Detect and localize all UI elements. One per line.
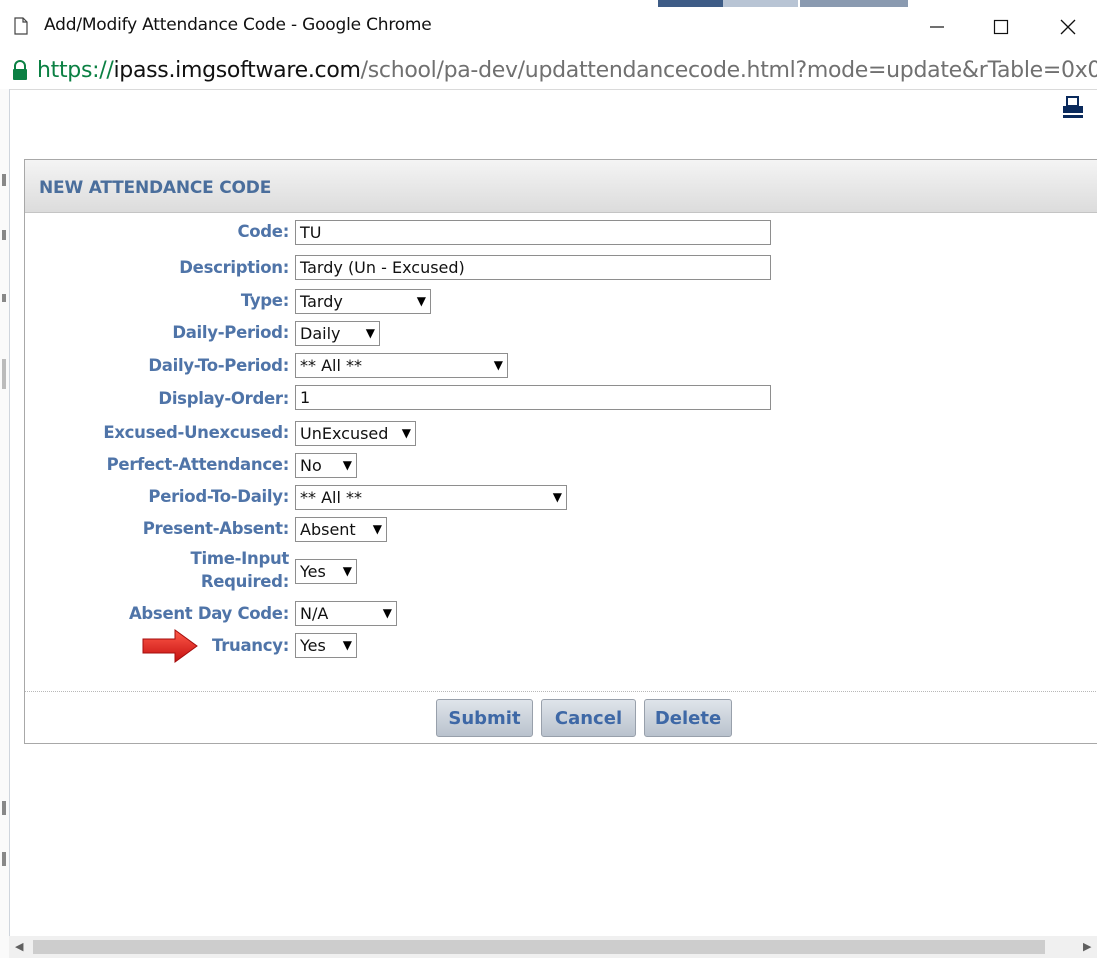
- url-scheme: https://: [37, 58, 114, 83]
- time-input-required-value: Yes: [300, 562, 326, 581]
- daily-period-label: Daily-Period:: [172, 323, 289, 342]
- scrollbar-thumb[interactable]: [33, 940, 1045, 954]
- present-absent-select[interactable]: Absent ▼: [295, 517, 387, 542]
- absent-day-code-value: N/A: [300, 604, 329, 623]
- chevron-down-icon: ▼: [382, 606, 392, 620]
- scroll-right-icon[interactable]: ▶: [1083, 940, 1091, 953]
- minimize-button[interactable]: [914, 10, 960, 44]
- perfect-attendance-value: No: [300, 456, 322, 475]
- daily-to-period-label: Daily-To-Period:: [148, 356, 289, 375]
- panel-title: NEW ATTENDANCE CODE: [39, 178, 272, 198]
- window-title: Add/Modify Attendance Code - Google Chro…: [44, 15, 432, 35]
- excused-unexcused-select[interactable]: UnExcused ▼: [295, 421, 416, 446]
- display-order-label: Display-Order:: [158, 389, 289, 408]
- chevron-down-icon: ▼: [372, 522, 382, 536]
- title-bar: Add/Modify Attendance Code - Google Chro…: [0, 0, 1097, 54]
- chevron-down-icon: ▼: [552, 490, 562, 504]
- horizontal-scrollbar[interactable]: ◀ ▶: [9, 936, 1097, 958]
- type-label: Type:: [240, 291, 289, 310]
- perfect-attendance-label: Perfect-Attendance:: [106, 455, 290, 474]
- chevron-down-icon: ▼: [416, 294, 426, 308]
- time-input-label-line1: Time-Input: [190, 549, 290, 568]
- absent-day-code-label: Absent Day Code:: [128, 604, 289, 623]
- period-to-daily-select[interactable]: ** All ** ▼: [295, 485, 567, 510]
- url-text[interactable]: https://ipass.imgsoftware.com/school/pa-…: [37, 57, 1097, 85]
- lock-icon: [13, 60, 27, 80]
- description-input[interactable]: Tardy (Un - Excused): [295, 255, 771, 280]
- code-input[interactable]: TU: [295, 220, 771, 245]
- excused-unexcused-value: UnExcused: [300, 424, 389, 443]
- close-icon: [1060, 19, 1076, 35]
- daily-period-value: Daily: [300, 324, 341, 343]
- close-button[interactable]: [1045, 10, 1091, 44]
- perfect-attendance-select[interactable]: No ▼: [295, 453, 357, 478]
- chevron-down-icon: ▼: [365, 326, 375, 340]
- submit-button[interactable]: Submit: [436, 699, 533, 737]
- period-to-daily-label: Period-To-Daily:: [148, 487, 289, 506]
- maximize-icon: [993, 19, 1009, 35]
- red-arrow-icon: [142, 629, 198, 663]
- chevron-down-icon: ▼: [342, 458, 352, 472]
- truancy-select[interactable]: Yes ▼: [295, 633, 357, 658]
- address-bar[interactable]: https://ipass.imgsoftware.com/school/pa-…: [0, 53, 1097, 90]
- cancel-button[interactable]: Cancel: [541, 699, 636, 737]
- url-host: ipass.imgsoftware.com: [113, 58, 361, 83]
- daily-to-period-select[interactable]: ** All ** ▼: [295, 353, 508, 378]
- chevron-down-icon: ▼: [493, 358, 503, 372]
- code-label: Code:: [237, 222, 289, 241]
- maximize-button[interactable]: [978, 10, 1024, 44]
- printer-icon[interactable]: [1061, 95, 1085, 119]
- chevron-down-icon: ▼: [342, 638, 352, 652]
- chevron-down-icon: ▼: [401, 426, 411, 440]
- time-input-label-line2: Required:: [200, 572, 289, 591]
- document-icon: [14, 17, 28, 35]
- truancy-value: Yes: [300, 636, 326, 655]
- time-input-required-select[interactable]: Yes ▼: [295, 559, 357, 584]
- daily-to-period-value: ** All **: [300, 356, 363, 375]
- scroll-left-icon[interactable]: ◀: [15, 940, 23, 953]
- background-window-strip: [658, 0, 908, 7]
- type-select[interactable]: Tardy ▼: [295, 289, 431, 314]
- present-absent-value: Absent: [300, 520, 356, 539]
- panel-header: NEW ATTENDANCE CODE: [25, 160, 1097, 213]
- daily-period-select[interactable]: Daily ▼: [295, 321, 380, 346]
- display-order-input[interactable]: 1: [295, 385, 771, 410]
- dotted-separator: [25, 691, 1097, 692]
- period-to-daily-value: ** All **: [300, 488, 363, 507]
- type-value: Tardy: [300, 292, 343, 311]
- chevron-down-icon: ▼: [342, 564, 352, 578]
- absent-day-code-select[interactable]: N/A ▼: [295, 601, 397, 626]
- url-path: /school/pa-dev/updattendancecode.html?mo…: [360, 58, 1097, 83]
- delete-button[interactable]: Delete: [644, 699, 732, 737]
- minimize-icon: [930, 26, 944, 28]
- excused-unexcused-label: Excused-Unexcused:: [103, 423, 289, 442]
- description-label: Description:: [179, 258, 289, 277]
- present-absent-label: Present-Absent:: [142, 519, 290, 538]
